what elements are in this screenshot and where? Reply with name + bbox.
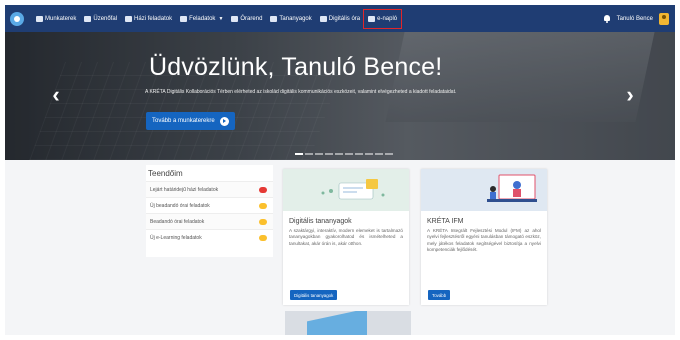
count-badge [259, 234, 267, 241]
avatar-icon[interactable] [659, 12, 669, 25]
todo-item[interactable]: Beadandó órai feladatok [146, 213, 273, 229]
top-navbar: Munkaterek Üzenőfal Házi feladatok Felad… [5, 5, 675, 32]
bell-icon[interactable] [603, 14, 611, 23]
nav-item-digitalis-ora[interactable]: Digitális óra [316, 10, 364, 28]
nav-menu: Munkaterek Üzenőfal Házi feladatok Felad… [32, 5, 403, 32]
carousel-dot[interactable] [385, 153, 393, 155]
nav-item-label: Házi feladatok [134, 15, 173, 22]
card-text: A szaktárgyi, interaktív, modern elemeke… [289, 228, 403, 246]
calendar-icon [231, 15, 239, 22]
hero-subtitle: A KRÉTA Digitális Kollaborációs Térben e… [145, 89, 457, 95]
chevron-left-icon[interactable]: ‹ [49, 84, 63, 106]
count-badge [259, 186, 267, 193]
carousel-dot[interactable] [335, 153, 343, 155]
video-icon [319, 15, 327, 22]
partial-card [285, 311, 411, 335]
card-text: A KRÉTA Integrált Fejlesztési Modul (IFM… [427, 228, 541, 253]
nav-item-label: Üzenőfal [93, 15, 118, 22]
chevron-right-icon[interactable]: › [623, 84, 637, 106]
count-badge [259, 218, 267, 225]
monitor-icon [36, 15, 43, 22]
nav-item-label: Tananyagok [279, 15, 312, 22]
hero-cta-button[interactable]: Tovább a munkaterekre [146, 112, 235, 130]
carousel-dot[interactable] [325, 153, 333, 155]
digital-materials-button[interactable]: Digitális tananyagok [290, 290, 338, 300]
card-illustration [307, 311, 367, 335]
todo-item-label: Új beadandó órai feladatok [150, 202, 210, 209]
todo-panel: Teendőim Lejárt határidejű házi feladato… [146, 165, 273, 257]
nav-item-label: Órarend [240, 15, 263, 22]
clipboard-icon [180, 15, 188, 22]
card-title: KRÉTA IFM [427, 218, 464, 225]
card-illustration [283, 169, 409, 211]
carousel-dot[interactable] [295, 153, 303, 155]
nav-item-feladatok[interactable]: Feladatok ▼ [176, 10, 227, 28]
nav-item-label: e-napló [377, 15, 398, 22]
todo-item[interactable]: Új beadandó órai feladatok [146, 197, 273, 213]
todo-list: Lejárt határidejű házi feladatok Új bead… [146, 181, 273, 245]
card-title: Digitális tananyagok [289, 218, 352, 225]
document-icon [125, 15, 133, 22]
user-area: Tanuló Bence [603, 5, 669, 32]
car-icon [368, 15, 376, 22]
nav-item-label: Digitális óra [328, 15, 361, 22]
nav-item-e-naplo[interactable]: e-napló [363, 8, 403, 29]
carousel-dot[interactable] [365, 153, 373, 155]
carousel-dot[interactable] [375, 153, 383, 155]
hero-carousel: Üdvözlünk, Tanuló Bence! A KRÉTA Digitál… [5, 32, 675, 160]
nav-item-orarend[interactable]: Órarend [227, 10, 266, 28]
arrow-right-circle-icon [219, 116, 229, 126]
ifm-card: KRÉTA IFM A KRÉTA Integrált Fejlesztési … [421, 169, 547, 305]
nav-item-tananyagok[interactable]: Tananyagok [266, 10, 315, 28]
learning-illustration-icon [321, 179, 385, 200]
nav-item-label: Munkaterek [45, 15, 77, 22]
card-illustration [421, 169, 547, 211]
todo-item-label: Beadandó órai feladatok [150, 218, 205, 225]
kreta-logo-icon[interactable] [10, 11, 24, 26]
nav-item-uzenofal[interactable]: Üzenőfal [80, 10, 121, 28]
todo-item[interactable]: Lejárt határidejű házi feladatok [146, 181, 273, 197]
ifm-button[interactable]: Tovább [428, 290, 451, 300]
hero-title: Üdvözlünk, Tanuló Bence! [149, 53, 443, 81]
app-frame: Munkaterek Üzenőfal Házi feladatok Felad… [5, 5, 675, 335]
carousel-indicators [295, 153, 393, 155]
todo-item-label: Új e-Learning feladatok [150, 234, 202, 241]
todo-item-label: Lejárt határidejű házi feladatok [150, 186, 219, 193]
todo-item[interactable]: Új e-Learning feladatok [146, 229, 273, 245]
nav-item-label: Feladatok [189, 15, 216, 22]
digital-materials-card: Digitális tananyagok A szaktárgyi, inter… [283, 169, 409, 305]
caret-down-icon: ▼ [218, 15, 224, 22]
book-icon [270, 15, 278, 22]
user-name[interactable]: Tanuló Bence [617, 16, 653, 22]
nav-item-hazi-feladatok[interactable]: Házi feladatok [121, 10, 176, 28]
todo-title: Teendőim [148, 169, 183, 178]
carousel-dot[interactable] [345, 153, 353, 155]
carousel-dot[interactable] [355, 153, 363, 155]
nav-item-munkaterek[interactable]: Munkaterek [32, 10, 80, 28]
hero-cta-label: Tovább a munkaterekre [152, 118, 215, 124]
chat-icon [84, 15, 92, 22]
presentation-illustration-icon [487, 174, 537, 202]
carousel-dot[interactable] [315, 153, 323, 155]
count-badge [259, 202, 267, 209]
carousel-dot[interactable] [305, 153, 313, 155]
